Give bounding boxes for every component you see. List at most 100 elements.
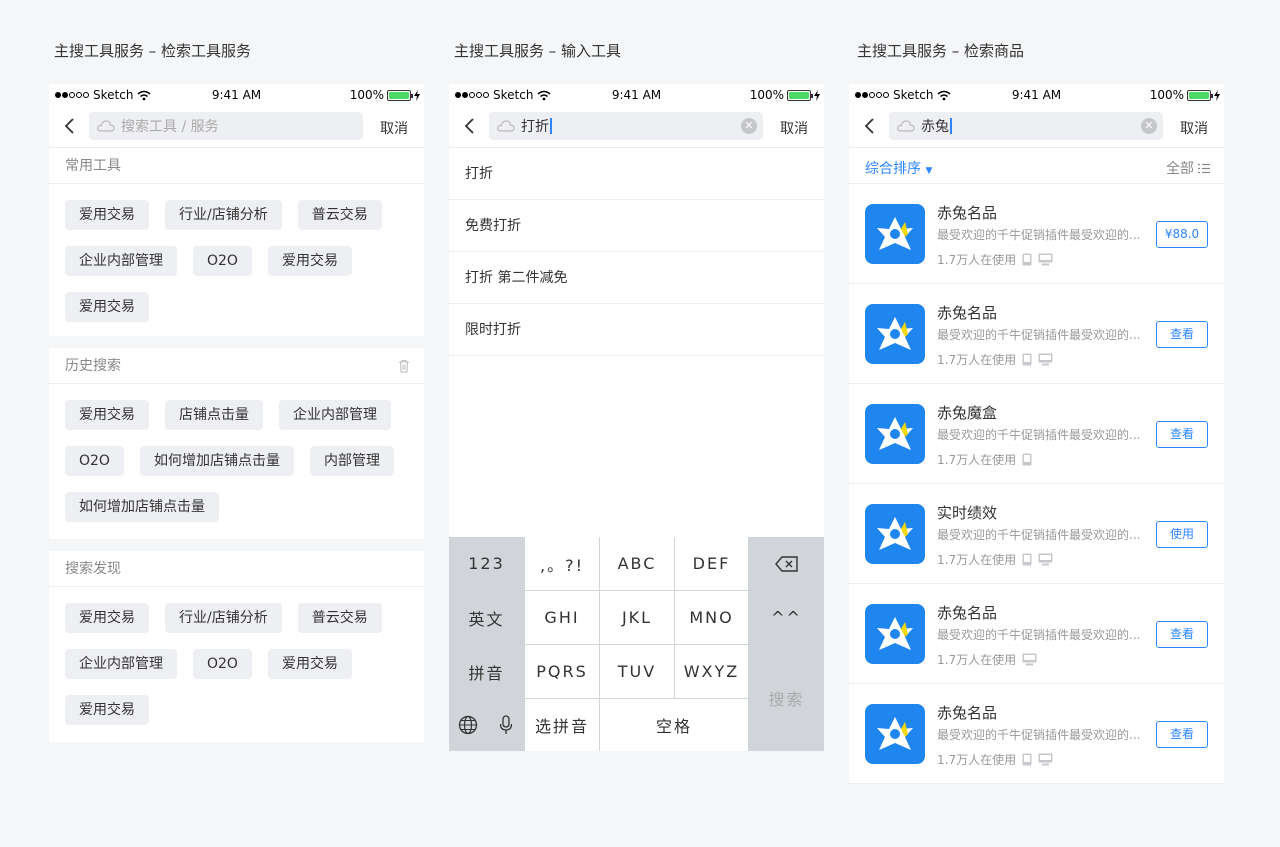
suggestion-item[interactable]: 打折 xyxy=(449,148,824,200)
key-ghi[interactable]: GHI xyxy=(525,591,599,644)
product-row[interactable]: 赤兔名品 最受欢迎的千牛促销插件最受欢迎的... 1.7万人在使用 查看 xyxy=(849,584,1224,684)
battery-percent: 100% xyxy=(1149,88,1184,102)
battery-percent: 100% xyxy=(749,88,784,102)
product-logo xyxy=(865,404,925,464)
tag-chip[interactable]: 爱用交易 xyxy=(267,246,352,276)
tag-chip[interactable]: 如何增加店铺点击量 xyxy=(139,446,294,476)
caret-down-icon: ▼ xyxy=(925,166,933,176)
key-select-pinyin[interactable]: 选拼音 xyxy=(525,699,599,751)
status-bar: Sketch 9:41 AM 100% xyxy=(449,84,824,106)
suggestion-item[interactable]: 打折 第二件减免 xyxy=(449,252,824,304)
suggestion-item[interactable]: 限时打折 xyxy=(449,304,824,356)
product-description: 最受欢迎的千牛促销插件最受欢迎的... xyxy=(937,328,1141,342)
search-input[interactable]: 搜索工具 / 服务 xyxy=(89,112,363,140)
search-input[interactable]: 赤兔 ✕ xyxy=(889,112,1163,140)
key-def[interactable]: DEF xyxy=(675,537,748,590)
product-row[interactable]: 赤兔魔盒最受欢迎的千牛促销插件最受欢迎的... 1.7万人在使用 查看 xyxy=(849,384,1224,484)
key-wxyz[interactable]: WXYZ xyxy=(675,645,748,698)
usage-count: 1.7万人在使用 xyxy=(937,653,1017,667)
tag-chip[interactable]: O2O xyxy=(193,649,252,679)
key-punctuation[interactable]: ,。?! xyxy=(525,537,599,590)
common-tools-tags: 爱用交易 行业/店铺分析 普云交易 企业内部管理 O2O 爱用交易 爱用交易 xyxy=(49,184,424,338)
tag-chip[interactable]: 行业/店铺分析 xyxy=(165,603,282,633)
product-action-button[interactable]: ¥88.0 xyxy=(1156,221,1208,248)
key-tuv[interactable]: TUV xyxy=(600,645,674,698)
product-description: 最受欢迎的千牛促销插件最受欢迎的... xyxy=(937,228,1141,242)
product-name: 赤兔魔盒 xyxy=(937,404,998,422)
tag-chip[interactable]: 爱用交易 xyxy=(65,603,149,633)
product-description: 最受欢迎的千牛促销插件最受欢迎的... xyxy=(937,428,1141,442)
product-action-button[interactable]: 查看 xyxy=(1156,421,1208,448)
tag-chip[interactable]: 店铺点击量 xyxy=(165,400,263,430)
key-emoji[interactable]: ^^ xyxy=(749,591,824,644)
back-icon[interactable] xyxy=(863,116,877,136)
key-english[interactable]: 英文 xyxy=(449,591,524,644)
tag-chip[interactable]: 企业内部管理 xyxy=(279,400,391,430)
tag-chip[interactable]: O2O xyxy=(193,246,252,276)
tag-chip[interactable]: 爱用交易 xyxy=(267,649,352,679)
tag-chip[interactable]: 企业内部管理 xyxy=(65,649,177,679)
tag-chip[interactable]: 行业/店铺分析 xyxy=(165,200,282,230)
cancel-button[interactable]: 取消 xyxy=(780,118,808,138)
back-icon[interactable] xyxy=(63,116,77,136)
product-row[interactable]: 实时绩效 最受欢迎的千牛促销插件最受欢迎的... 1.7万人在使用 使用 xyxy=(849,484,1224,584)
key-pqrs[interactable]: PQRS xyxy=(525,645,599,698)
product-name: 赤兔名品 xyxy=(937,304,998,322)
key-mno[interactable]: MNO xyxy=(675,591,748,644)
product-action-button[interactable]: 查看 xyxy=(1156,621,1208,648)
tag-chip[interactable]: 普云交易 xyxy=(297,603,382,633)
key-search[interactable]: 搜索 xyxy=(749,645,824,751)
key-abc[interactable]: ABC xyxy=(600,537,674,590)
key-123[interactable]: 123 xyxy=(449,537,524,590)
key-space[interactable]: 空格 xyxy=(600,699,748,751)
product-logo xyxy=(865,204,925,264)
back-icon[interactable] xyxy=(463,116,477,136)
tag-chip[interactable]: 爱用交易 xyxy=(65,292,149,322)
mobile-device-icon xyxy=(1022,353,1032,366)
product-usage: 1.7万人在使用 xyxy=(937,551,1053,568)
discover-heading: 搜索发现 xyxy=(49,551,424,587)
sort-dropdown[interactable]: 综合排序 ▼ xyxy=(865,158,932,178)
trash-icon[interactable] xyxy=(398,359,410,373)
section-divider xyxy=(49,539,424,551)
filter-all-label: 全部 xyxy=(1166,161,1194,177)
section-title-input-tools: 主搜工具服务 – 输入工具 xyxy=(454,42,622,60)
key-microphone[interactable] xyxy=(487,699,524,751)
product-row[interactable]: 赤兔名品 最受欢迎的千牛促销插件最受欢迎的... 1.7万人在使用 ¥88.0 xyxy=(849,184,1224,284)
discover-card: 搜索发现 爱用交易 行业/店铺分析 普云交易 企业内部管理 O2O 爱用交易 爱… xyxy=(49,551,424,742)
tag-chip[interactable]: 爱用交易 xyxy=(65,400,149,430)
key-jkl[interactable]: JKL xyxy=(600,591,674,644)
common-tools-card: 常用工具 爱用交易 行业/店铺分析 普云交易 企业内部管理 O2O 爱用交易 爱… xyxy=(49,148,424,336)
tag-chip[interactable]: 爱用交易 xyxy=(65,695,149,725)
product-action-button[interactable]: 使用 xyxy=(1156,521,1208,548)
key-globe[interactable] xyxy=(449,699,486,751)
clear-icon[interactable]: ✕ xyxy=(1141,118,1157,134)
tag-chip[interactable]: 如何增加店铺点击量 xyxy=(65,492,219,522)
key-pinyin[interactable]: 拼音 xyxy=(449,645,524,698)
product-action-button[interactable]: 查看 xyxy=(1156,721,1208,748)
product-usage: 1.7万人在使用 xyxy=(937,451,1032,468)
cancel-button[interactable]: 取消 xyxy=(1180,118,1208,138)
cancel-button[interactable]: 取消 xyxy=(380,118,408,138)
product-logo xyxy=(865,504,925,564)
tag-chip[interactable]: O2O xyxy=(65,446,124,476)
key-backspace[interactable] xyxy=(749,537,824,590)
usage-count: 1.7万人在使用 xyxy=(937,753,1017,767)
discover-tags: 爱用交易 行业/店铺分析 普云交易 企业内部管理 O2O 爱用交易 爱用交易 xyxy=(49,587,424,741)
tag-chip[interactable]: 内部管理 xyxy=(309,446,394,476)
tag-chip[interactable]: 企业内部管理 xyxy=(65,246,177,276)
product-usage: 1.7万人在使用 xyxy=(937,251,1053,268)
suggestion-item[interactable]: 免费打折 xyxy=(449,200,824,252)
tag-chip[interactable]: 爱用交易 xyxy=(65,200,149,230)
text-caret xyxy=(550,118,552,134)
cloud-icon xyxy=(497,120,515,132)
tag-chip[interactable]: 普云交易 xyxy=(297,200,382,230)
search-input[interactable]: 打折 ✕ xyxy=(489,112,763,140)
clear-icon[interactable]: ✕ xyxy=(741,118,757,134)
charging-icon xyxy=(1214,89,1220,101)
product-row[interactable]: 赤兔名品 最受欢迎的千牛促销插件最受欢迎的... 1.7万人在使用 查看 xyxy=(849,284,1224,384)
product-action-button[interactable]: 查看 xyxy=(1156,321,1208,348)
product-row[interactable]: 赤兔名品 最受欢迎的千牛促销插件最受欢迎的... 1.7万人在使用 查看 xyxy=(849,684,1224,784)
filter-all-button[interactable]: 全部 xyxy=(1166,158,1210,178)
product-name: 赤兔名品 xyxy=(937,604,998,622)
